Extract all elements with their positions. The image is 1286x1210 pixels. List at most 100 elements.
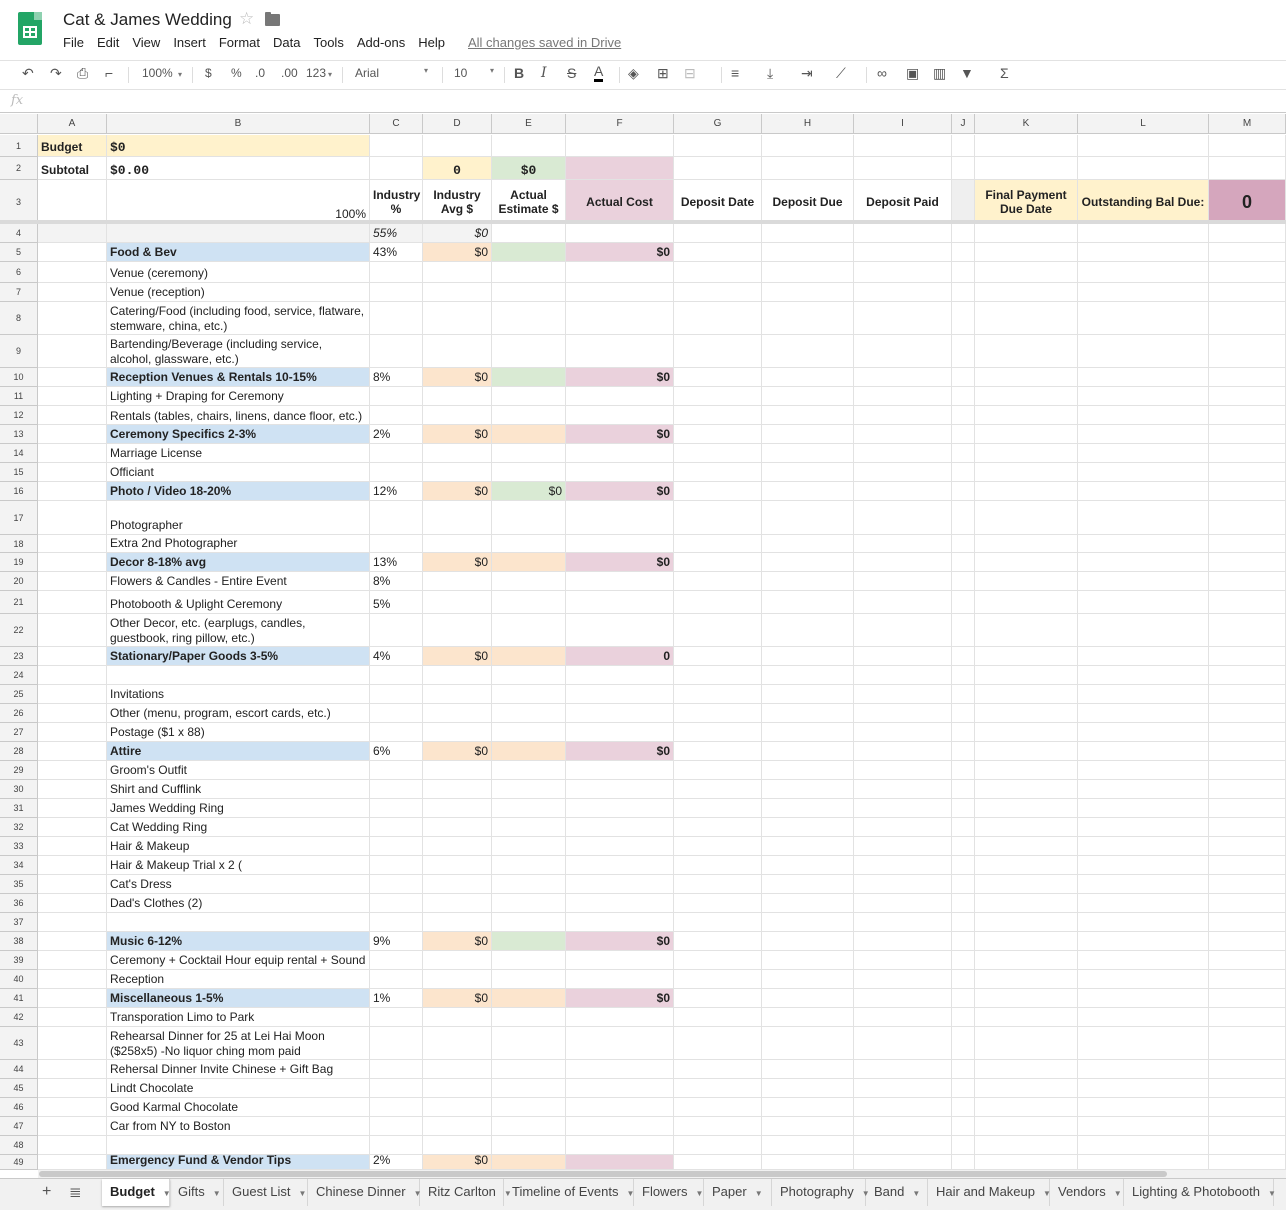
cell-e35[interactable] xyxy=(492,875,566,894)
cell-m43[interactable] xyxy=(1209,1027,1286,1060)
horizontal-scrollbar[interactable] xyxy=(38,1170,1286,1178)
cell-k36[interactable] xyxy=(975,894,1078,913)
column-header-d[interactable]: D xyxy=(423,114,492,134)
cell-k49[interactable] xyxy=(975,1155,1078,1170)
cell-g31[interactable] xyxy=(674,799,762,818)
cell-k21[interactable] xyxy=(975,591,1078,614)
cell-g9[interactable] xyxy=(674,335,762,368)
horizontal-align-icon[interactable]: ≡ xyxy=(731,65,739,81)
cell-c16[interactable]: 12% xyxy=(370,482,423,501)
font-size-select[interactable]: 10 ▾ xyxy=(454,66,496,80)
cell-g21[interactable] xyxy=(674,591,762,614)
cell-e21[interactable] xyxy=(492,591,566,614)
font-family-select[interactable]: Arial ▾ xyxy=(355,66,430,80)
cell-j5[interactable] xyxy=(952,243,975,262)
cell-g19[interactable] xyxy=(674,553,762,572)
cell-k12[interactable] xyxy=(975,406,1078,425)
cell-e26[interactable] xyxy=(492,704,566,723)
cell-d49[interactable]: $0 xyxy=(423,1155,492,1170)
cell-a18[interactable] xyxy=(38,535,107,553)
cell-a16[interactable] xyxy=(38,482,107,501)
column-header-h[interactable]: H xyxy=(762,114,854,134)
cell-i6[interactable] xyxy=(854,262,952,283)
cell-j47[interactable] xyxy=(952,1117,975,1136)
cell-l17[interactable] xyxy=(1078,501,1209,535)
cell-l21[interactable] xyxy=(1078,591,1209,614)
cell-k18[interactable] xyxy=(975,535,1078,553)
cell-i43[interactable] xyxy=(854,1027,952,1060)
cell-l2[interactable] xyxy=(1078,157,1209,180)
cell-l16[interactable] xyxy=(1078,482,1209,501)
cell-c11[interactable] xyxy=(370,387,423,406)
cell-c17[interactable] xyxy=(370,501,423,535)
cell-k33[interactable] xyxy=(975,837,1078,856)
cell-f30[interactable] xyxy=(566,780,674,799)
cell-h5[interactable] xyxy=(762,243,854,262)
cell-k40[interactable] xyxy=(975,970,1078,989)
cell-j10[interactable] xyxy=(952,368,975,387)
cell-a9[interactable] xyxy=(38,335,107,368)
cell-c42[interactable] xyxy=(370,1008,423,1027)
cell-k24[interactable] xyxy=(975,666,1078,685)
cell-h45[interactable] xyxy=(762,1079,854,1098)
cell-i47[interactable] xyxy=(854,1117,952,1136)
decrease-decimal-button[interactable]: .0 xyxy=(255,66,265,80)
row-header-49[interactable]: 49 xyxy=(0,1155,38,1170)
category-16[interactable]: Photo / Video 18-20% xyxy=(107,482,370,501)
cell-e47[interactable] xyxy=(492,1117,566,1136)
cell-j41[interactable] xyxy=(952,989,975,1008)
cell-c10[interactable]: 8% xyxy=(370,368,423,387)
cell-i40[interactable] xyxy=(854,970,952,989)
cell-d44[interactable] xyxy=(423,1060,492,1079)
line-item-9[interactable]: Bartending/Beverage (including service, … xyxy=(107,335,370,368)
cell-e42[interactable] xyxy=(492,1008,566,1027)
cell-m2[interactable] xyxy=(1209,157,1286,180)
cell-c39[interactable] xyxy=(370,951,423,970)
cell-a29[interactable] xyxy=(38,761,107,780)
cell-c49[interactable]: 2% xyxy=(370,1155,423,1170)
column-header-e[interactable]: E xyxy=(492,114,566,134)
sheet-tab-budget[interactable]: Budget ▼ xyxy=(102,1179,171,1206)
cell-h30[interactable] xyxy=(762,780,854,799)
cell-l32[interactable] xyxy=(1078,818,1209,837)
sheet-tab-band[interactable]: Band ▼ xyxy=(866,1179,928,1206)
cell-d24[interactable] xyxy=(423,666,492,685)
cell-l42[interactable] xyxy=(1078,1008,1209,1027)
cell-e20[interactable] xyxy=(492,572,566,591)
cell-d6[interactable] xyxy=(423,262,492,283)
cell-h27[interactable] xyxy=(762,723,854,742)
cell-d17[interactable] xyxy=(423,501,492,535)
cell-j48[interactable] xyxy=(952,1136,975,1155)
cell-m24[interactable] xyxy=(1209,666,1286,685)
cell-e6[interactable] xyxy=(492,262,566,283)
cell-d21[interactable] xyxy=(423,591,492,614)
cell-h35[interactable] xyxy=(762,875,854,894)
row-header-47[interactable]: 47 xyxy=(0,1117,38,1136)
row-header-42[interactable]: 42 xyxy=(0,1008,38,1027)
line-item-33[interactable]: Hair & Makeup xyxy=(107,837,370,856)
cell-d36[interactable] xyxy=(423,894,492,913)
cell-g18[interactable] xyxy=(674,535,762,553)
cell-j7[interactable] xyxy=(952,283,975,302)
row-header-31[interactable]: 31 xyxy=(0,799,38,818)
menu-data[interactable]: Data xyxy=(273,35,300,50)
cell-f26[interactable] xyxy=(566,704,674,723)
cell-a37[interactable] xyxy=(38,913,107,932)
cell-m9[interactable] xyxy=(1209,335,1286,368)
cell-h3[interactable]: Deposit Due xyxy=(762,180,854,224)
cell-j24[interactable] xyxy=(952,666,975,685)
cell-a11[interactable] xyxy=(38,387,107,406)
row-header-15[interactable]: 15 xyxy=(0,463,38,482)
add-sheet-icon[interactable]: + xyxy=(42,1183,51,1201)
cell-a3[interactable] xyxy=(38,180,107,224)
cell-d23[interactable]: $0 xyxy=(423,647,492,666)
category-23[interactable]: Stationary/Paper Goods 3-5% xyxy=(107,647,370,666)
row-header-22[interactable]: 22 xyxy=(0,614,38,647)
cell-c14[interactable] xyxy=(370,444,423,463)
row-header-30[interactable]: 30 xyxy=(0,780,38,799)
cell-a34[interactable] xyxy=(38,856,107,875)
cell-m11[interactable] xyxy=(1209,387,1286,406)
column-header-m[interactable]: M xyxy=(1209,114,1286,134)
cell-l45[interactable] xyxy=(1078,1079,1209,1098)
cell-e14[interactable] xyxy=(492,444,566,463)
